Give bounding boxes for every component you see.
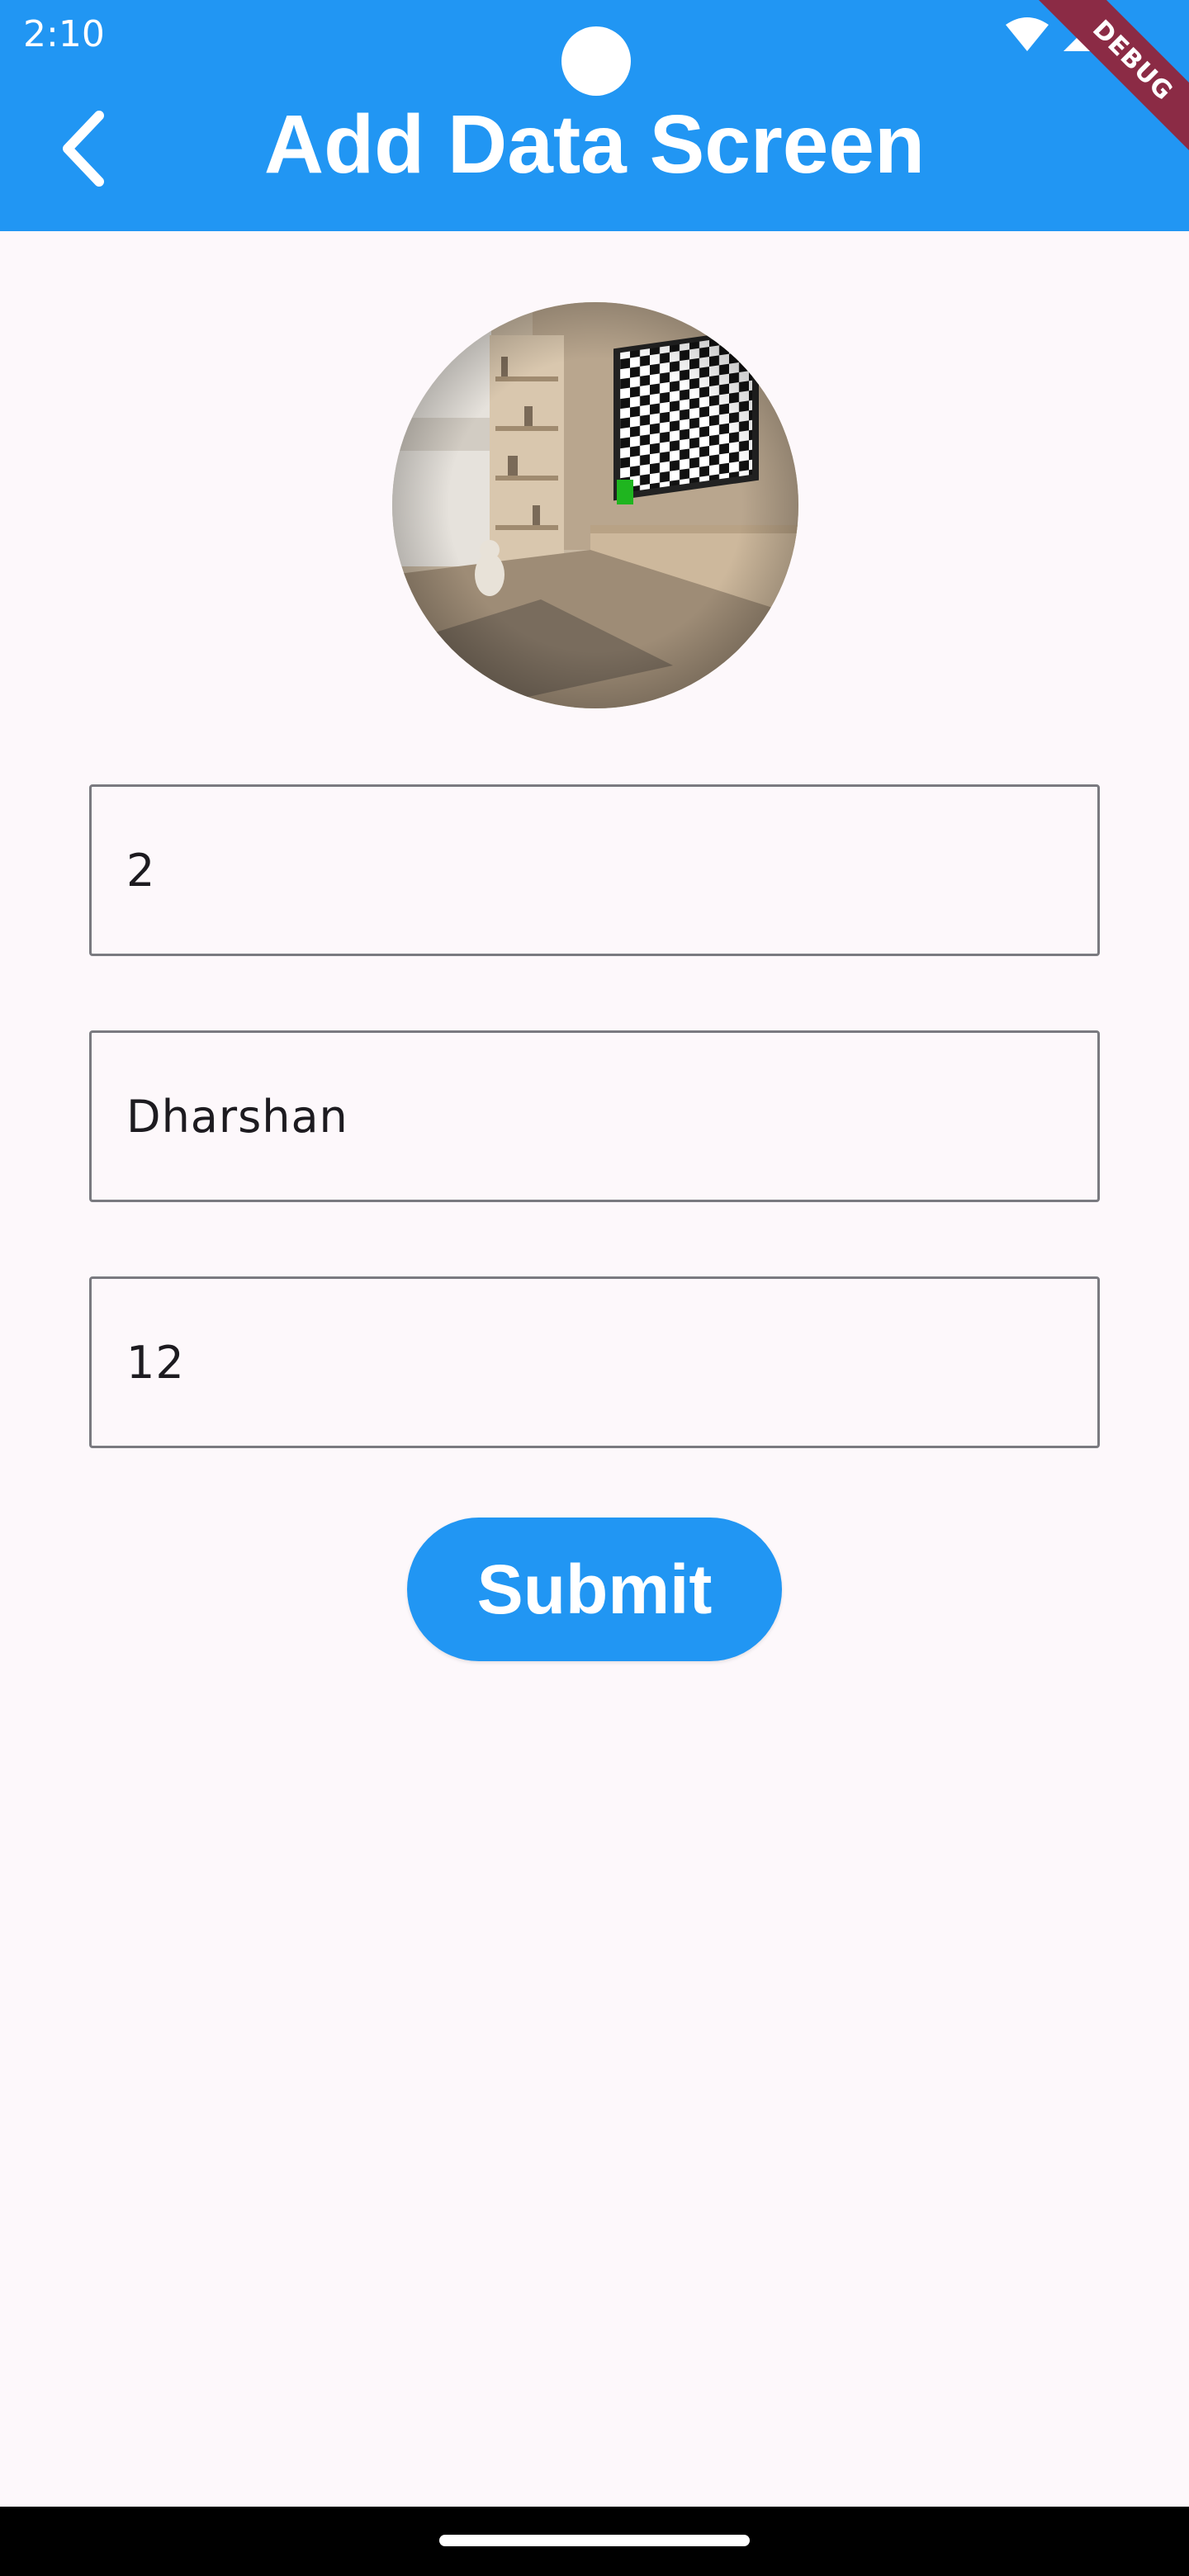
name-input[interactable] (92, 1033, 1097, 1200)
page-title: Add Data Screen (263, 98, 926, 191)
age-field[interactable] (89, 1276, 1100, 1448)
status-time: 2:10 (23, 13, 105, 55)
avatar-image[interactable] (392, 302, 798, 708)
name-field[interactable] (89, 1030, 1100, 1202)
id-field[interactable] (89, 784, 1100, 956)
id-input[interactable] (92, 787, 1097, 954)
wifi-icon (1006, 17, 1049, 51)
age-input[interactable] (92, 1279, 1097, 1446)
signal-icon (1063, 18, 1097, 51)
home-indicator[interactable] (439, 2535, 750, 2546)
status-bar: 2:10 (0, 0, 1189, 96)
room-photo (392, 302, 798, 708)
status-icons (1004, 17, 1098, 53)
camera-cutout (561, 26, 631, 96)
submit-button[interactable]: Submit (407, 1518, 782, 1661)
